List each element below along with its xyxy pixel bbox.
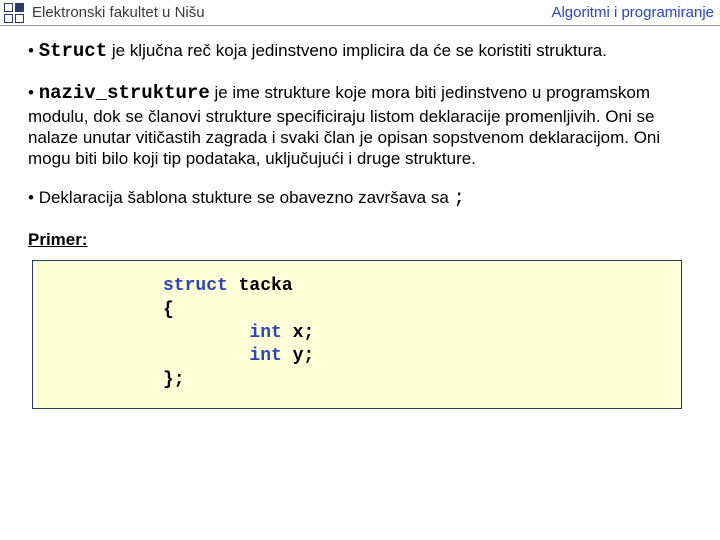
code-kw-int2: int — [249, 346, 281, 366]
bullet-naziv: • naziv_strukture je ime strukture koje … — [28, 82, 692, 170]
bullet-struct-text: je ključna reč koja jedinstveno implicir… — [107, 41, 607, 60]
code-l4-rest: y; — [282, 346, 314, 366]
keyword-naziv: naziv_strukture — [39, 82, 210, 104]
code-l2: { — [163, 300, 174, 320]
bullet-declaration: • Deklaracija šablona stukture se obavez… — [28, 187, 692, 211]
code-kw-int1: int — [249, 323, 281, 343]
code-l3-indent — [163, 323, 249, 343]
slide-header: Elektronski fakultet u Nišu Algoritmi i … — [0, 0, 720, 26]
code-l4-indent — [163, 346, 249, 366]
code-l1-rest: tacka — [228, 276, 293, 296]
example-label: Primer: — [28, 229, 692, 250]
slide-content: • Struct je ključna reč koja jedinstveno… — [0, 26, 720, 419]
bullet-struct: • Struct je ključna reč koja jedinstveno… — [28, 40, 692, 64]
code-l5: }; — [163, 370, 185, 390]
code-kw-struct: struct — [163, 276, 228, 296]
keyword-struct: Struct — [39, 40, 107, 62]
logo-icon — [4, 3, 24, 23]
code-example: struct tacka { int x; int y; }; — [32, 260, 682, 409]
semicolon-char: ; — [454, 187, 465, 209]
bullet-declaration-text: Deklaracija šablona stukture se obavezno… — [39, 188, 454, 207]
header-left-text: Elektronski fakultet u Nišu — [32, 4, 205, 21]
code-l3-rest: x; — [282, 323, 314, 343]
header-right-text: Algoritmi i programiranje — [551, 4, 716, 21]
